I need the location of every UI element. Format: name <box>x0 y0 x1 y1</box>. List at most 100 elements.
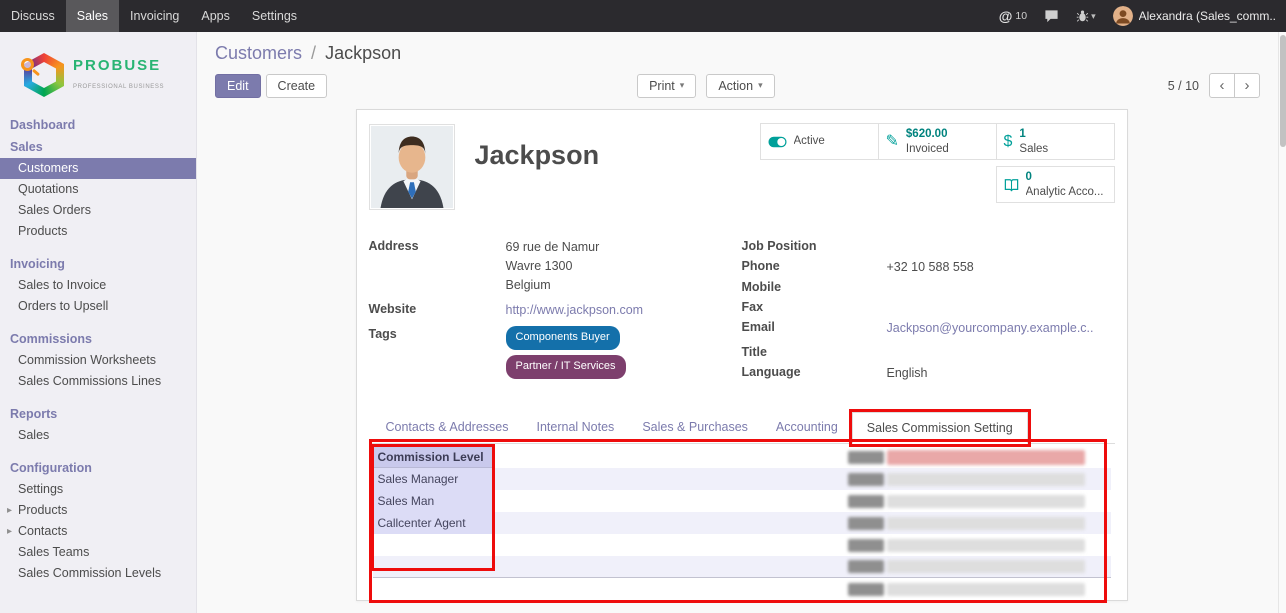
mobile-label: Mobile <box>742 279 887 294</box>
top-navbar: Discuss Sales Invoicing Apps Settings @ … <box>0 0 1286 32</box>
tags-value: Components Buyer Partner / IT Services <box>506 326 631 384</box>
website-link[interactable]: http://www.jackpson.com <box>506 301 644 320</box>
email-link[interactable]: Jackpson@yourcompany.example.c.. <box>887 319 1094 338</box>
table-row-callcenter-agent[interactable]: Callcenter Agent <box>373 512 1111 534</box>
magnifier-icon <box>21 58 34 71</box>
redacted-cells <box>848 473 1085 486</box>
invoiced-stat-button[interactable]: ✎ $620.00 Invoiced <box>878 123 997 160</box>
menu-invoicing[interactable]: Invoicing <box>119 0 190 32</box>
sidebar-header-invoicing[interactable]: Invoicing <box>0 253 196 275</box>
menu-settings[interactable]: Settings <box>241 0 308 32</box>
mentions-button[interactable]: @ 10 <box>999 8 1027 24</box>
tags-label: Tags <box>369 326 506 341</box>
tab-internal-notes[interactable]: Internal Notes <box>522 412 628 443</box>
sidebar-item-orders-to-upsell[interactable]: Orders to Upsell <box>0 296 196 317</box>
sidebar-item-sales-orders[interactable]: Sales Orders <box>0 200 196 221</box>
user-name: Alexandra (Sales_comm.. <box>1139 9 1276 23</box>
tab-contacts-addresses[interactable]: Contacts & Addresses <box>372 412 523 443</box>
probuse-logo[interactable]: PROBUSE PROFESSIONAL BUSINESS <box>0 32 196 112</box>
phone-label: Phone <box>742 258 887 273</box>
table-header-row: Commission Level <box>373 446 1111 468</box>
table-row-empty[interactable] <box>373 556 1111 578</box>
table-row-empty[interactable] <box>373 534 1111 556</box>
sidebar-item-products[interactable]: Products <box>0 221 196 242</box>
debug-menu-button[interactable]: ▾ <box>1076 9 1096 23</box>
sidebar-header-dashboard[interactable]: Dashboard <box>0 114 196 136</box>
sidebar-header-configuration[interactable]: Configuration <box>0 457 196 479</box>
breadcrumb-current: Jackpson <box>325 43 401 63</box>
field-fax: Fax <box>742 299 1115 317</box>
tab-accounting[interactable]: Accounting <box>762 412 852 443</box>
sidebar-item-sales-commissions-lines[interactable]: Sales Commissions Lines <box>0 371 196 392</box>
customer-photo[interactable] <box>369 124 455 210</box>
book-icon <box>1004 178 1019 192</box>
column-header-commission-level[interactable]: Commission Level <box>373 446 493 468</box>
sidebar-item-config-contacts[interactable]: ▸ Contacts <box>0 521 196 542</box>
topbar-right: @ 10 ▾ Alexandra (Sales <box>999 0 1286 32</box>
pager-previous-button[interactable]: ‹ <box>1209 73 1235 98</box>
caret-right-icon: ▸ <box>7 525 12 538</box>
sidebar-header-sales[interactable]: Sales <box>0 136 196 158</box>
sidebar-header-reports[interactable]: Reports <box>0 403 196 425</box>
sidebar-item-quotations[interactable]: Quotations <box>0 179 196 200</box>
tab-sales-purchases[interactable]: Sales & Purchases <box>628 412 762 443</box>
invoiced-amount: $620.00 <box>906 127 949 141</box>
language-label: Language <box>742 364 887 379</box>
edit-button[interactable]: Edit <box>215 74 261 98</box>
redacted-block <box>848 451 884 464</box>
commission-level-cell <box>373 534 493 556</box>
messages-icon[interactable] <box>1044 9 1059 24</box>
at-icon: @ <box>999 8 1013 24</box>
print-menu-button[interactable]: Print ▾ <box>637 74 696 98</box>
scrollbar-thumb[interactable] <box>1280 35 1286 147</box>
sidebar-item-sales-commission-levels[interactable]: Sales Commission Levels <box>0 563 196 584</box>
sidebar-item-settings[interactable]: Settings <box>0 479 196 500</box>
redacted-block <box>848 539 884 552</box>
control-panel: Customers / Jackpson Edit Create Print ▾… <box>197 32 1286 98</box>
table-row-empty[interactable] <box>373 578 1111 600</box>
table-row-sales-manager[interactable]: Sales Manager <box>373 468 1111 490</box>
field-email: Email Jackpson@yourcompany.example.c.. <box>742 319 1115 338</box>
field-group-left: Address 69 rue de Namur Wavre 1300 Belgi… <box>369 238 742 386</box>
sidebar-item-sales-teams[interactable]: Sales Teams <box>0 542 196 563</box>
sidebar-item-config-products[interactable]: ▸ Products <box>0 500 196 521</box>
analytic-stat-button[interactable]: 0 Analytic Acco... <box>996 166 1115 203</box>
commission-level-cell: Sales Manager <box>373 468 493 490</box>
sales-stat-button[interactable]: $ 1 Sales <box>996 123 1115 160</box>
sidebar-item-reports-sales[interactable]: Sales <box>0 425 196 446</box>
tag-components-buyer[interactable]: Components Buyer <box>506 326 620 350</box>
tag-partner-it-services[interactable]: Partner / IT Services <box>506 355 626 379</box>
field-tags: Tags Components Buyer Partner / IT Servi… <box>369 326 742 384</box>
businessman-avatar-image <box>371 126 453 208</box>
address-label: Address <box>369 238 506 253</box>
tab-sales-commission-setting[interactable]: Sales Commission Setting <box>852 412 1028 444</box>
active-stat-button[interactable]: Active <box>760 123 879 160</box>
address-line: Belgium <box>506 276 600 295</box>
email-label: Email <box>742 319 887 334</box>
breadcrumb-customers[interactable]: Customers <box>215 43 302 63</box>
menu-sales[interactable]: Sales <box>66 0 119 32</box>
redacted-block <box>887 560 1085 573</box>
redacted-block <box>887 583 1085 596</box>
vertical-scrollbar[interactable] <box>1278 32 1286 613</box>
table-row-sales-man[interactable]: Sales Man <box>373 490 1111 512</box>
address-value: 69 rue de Namur Wavre 1300 Belgium <box>506 238 600 295</box>
commission-level-cell <box>373 556 493 577</box>
menu-discuss[interactable]: Discuss <box>0 0 66 32</box>
sidebar-item-commission-worksheets[interactable]: Commission Worksheets <box>0 350 196 371</box>
user-menu[interactable]: Alexandra (Sales_comm.. <box>1113 6 1276 26</box>
sidebar-item-customers[interactable]: Customers <box>0 158 196 179</box>
logo-subtitle: PROFESSIONAL BUSINESS <box>73 84 164 90</box>
fax-label: Fax <box>742 299 887 314</box>
sidebar-header-commissions[interactable]: Commissions <box>0 328 196 350</box>
menu-apps[interactable]: Apps <box>190 0 241 32</box>
action-menu-button[interactable]: Action ▾ <box>706 74 774 98</box>
redacted-block <box>887 473 1085 486</box>
sidebar-item-sales-to-invoice[interactable]: Sales to Invoice <box>0 275 196 296</box>
action-menus: Print ▾ Action ▾ <box>637 74 775 98</box>
pager-next-button[interactable]: › <box>1234 73 1260 98</box>
create-button[interactable]: Create <box>266 74 328 98</box>
field-group-right: Job Position Phone +32 10 588 558 Mobile… <box>742 238 1115 386</box>
job-position-label: Job Position <box>742 238 887 253</box>
chat-bubble-icon <box>1044 9 1059 24</box>
